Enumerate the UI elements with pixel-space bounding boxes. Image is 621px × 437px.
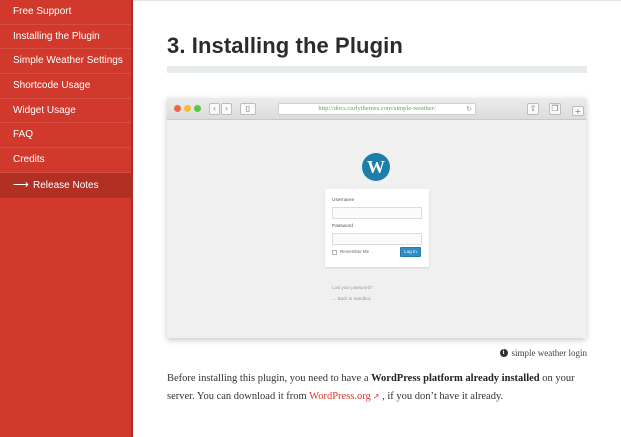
sidebar-item-credits[interactable]: Credits bbox=[0, 148, 131, 173]
title-underline bbox=[167, 66, 587, 73]
sidebar-item-label: FAQ bbox=[13, 129, 34, 141]
back-icon: ‹ bbox=[209, 103, 220, 115]
sidebar-item-label: Shortcode Usage bbox=[13, 80, 91, 92]
paragraph-text: , if you don’t have it already. bbox=[379, 391, 504, 402]
address-bar: http://docs.curlythemes.com/simple-weath… bbox=[278, 103, 476, 115]
login-screenshot[interactable]: ‹ › ▯ http://docs.curlythemes.com/simple… bbox=[167, 98, 586, 338]
sidebar-item-free-support[interactable]: Free Support bbox=[0, 0, 131, 25]
paragraph-text: Before installing this plugin, you need … bbox=[167, 373, 372, 384]
sidebar-item-label: Credits bbox=[13, 154, 45, 166]
username-field bbox=[332, 207, 422, 219]
sidebar-item-release-notes[interactable]: ⟶ Release Notes bbox=[0, 172, 131, 198]
link-text: WordPress.org bbox=[309, 391, 371, 402]
new-tab-icon: + bbox=[572, 106, 584, 116]
browser-toolbar: ‹ › ▯ http://docs.curlythemes.com/simple… bbox=[167, 98, 586, 120]
external-link-icon: ↗ bbox=[372, 392, 380, 401]
sidebar-item-label: Simple Weather Settings bbox=[13, 55, 123, 67]
sidebar-item-widget-usage[interactable]: Widget Usage bbox=[0, 99, 131, 124]
main-content: 3. Installing the Plugin ‹ › ▯ http://do… bbox=[133, 0, 621, 437]
sidebar-nav: Free Support Installing the Plugin Simpl… bbox=[0, 0, 131, 198]
reload-icon: ↻ bbox=[466, 105, 472, 113]
login-button: Log In bbox=[400, 247, 421, 257]
top-divider bbox=[133, 0, 621, 1]
sidebar-item-shortcode-usage[interactable]: Shortcode Usage bbox=[0, 74, 131, 99]
forward-icon: › bbox=[221, 103, 232, 115]
minimize-dot-icon bbox=[184, 105, 191, 112]
sidebar-item-label: Release Notes bbox=[33, 179, 99, 191]
remember-checkbox bbox=[332, 250, 337, 255]
lost-password-link: Lost your password? bbox=[332, 285, 373, 290]
remember-label: Remember Me bbox=[340, 249, 370, 254]
page-title: 3. Installing the Plugin bbox=[167, 33, 403, 58]
password-label: Password bbox=[332, 224, 354, 229]
wordpress-logo-icon: W bbox=[362, 153, 390, 181]
password-field bbox=[332, 233, 422, 245]
sidebar: Free Support Installing the Plugin Simpl… bbox=[0, 0, 133, 437]
maximize-dot-icon bbox=[194, 105, 201, 112]
tabs-icon: ❐ bbox=[549, 103, 561, 115]
sidebar-item-label: Free Support bbox=[13, 6, 72, 17]
paragraph-bold: WordPress platform already installed bbox=[371, 373, 540, 384]
back-link: ← Back to Sandbox bbox=[332, 296, 371, 301]
sidebar-item-faq[interactable]: FAQ bbox=[0, 123, 131, 149]
login-form: Username Password Remember Me Log In bbox=[325, 189, 429, 267]
info-icon: i bbox=[499, 349, 508, 357]
close-dot-icon bbox=[174, 105, 181, 112]
share-icon: ⇧ bbox=[527, 103, 539, 115]
username-label: Username bbox=[332, 198, 355, 203]
url-text: http://docs.curlythemes.com/simple-weath… bbox=[318, 105, 436, 112]
sidebar-item-label: Widget Usage bbox=[13, 104, 76, 116]
wordpress-org-link[interactable]: WordPress.org ↗ bbox=[309, 391, 379, 402]
caption-text: simple weather login bbox=[511, 348, 587, 358]
screenshot-caption: i simple weather login bbox=[499, 348, 587, 358]
arrow-right-icon: ⟶ bbox=[13, 178, 29, 191]
sidebar-item-simple-weather-settings[interactable]: Simple Weather Settings bbox=[0, 49, 131, 75]
sidebar-item-installing-the-plugin[interactable]: Installing the Plugin bbox=[0, 25, 131, 50]
sidebar-icon: ▯ bbox=[240, 103, 256, 115]
install-paragraph: Before installing this plugin, you need … bbox=[167, 370, 597, 406]
sidebar-item-label: Installing the Plugin bbox=[13, 30, 100, 42]
